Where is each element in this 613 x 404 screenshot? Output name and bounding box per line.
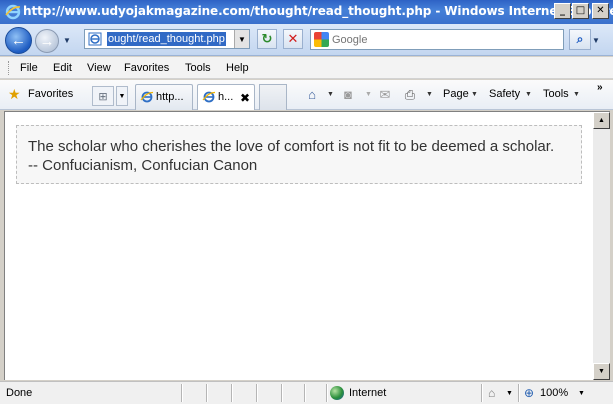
page-dropdown-icon[interactable]: ▼ — [471, 91, 478, 98]
quote-box: The scholar who cherishes the love of co… — [16, 125, 582, 184]
status-divider — [304, 384, 306, 402]
new-tab-button[interactable] — [259, 84, 287, 110]
navigation-bar: ← → ▼ ought/read_thought.php ▼ ↻ ✕ ⌕ ▼ — [0, 24, 613, 56]
status-text: Done — [6, 387, 33, 399]
status-bar: Done Internet ⌂ ▼ ⊕ 100% ▼ — [0, 381, 613, 404]
close-tab-icon[interactable]: ✖ — [240, 91, 250, 105]
print-dropdown-icon[interactable]: ▼ — [426, 91, 433, 98]
toolbar-grip[interactable] — [8, 61, 10, 75]
refresh-button[interactable]: ↻ — [257, 29, 277, 49]
forward-arrow-icon: → — [39, 32, 55, 50]
stop-button[interactable]: ✕ — [283, 29, 303, 49]
protected-mode-dropdown-icon[interactable]: ▼ — [506, 390, 513, 397]
search-input[interactable] — [332, 32, 560, 47]
address-bar[interactable]: ought/read_thought.php ▼ — [84, 29, 250, 49]
page-viewport: The scholar who cherishes the love of co… — [4, 111, 593, 380]
quick-tabs-button[interactable]: ⊞ — [92, 86, 114, 106]
page-menu-button[interactable]: Page — [443, 88, 469, 100]
status-divider — [481, 384, 483, 402]
rss-icon[interactable]: ◙ — [340, 87, 356, 103]
scroll-down-icon[interactable]: ▼ — [593, 363, 610, 380]
status-divider — [256, 384, 258, 402]
globe-icon — [330, 386, 344, 400]
security-zone-label: Internet — [349, 387, 387, 399]
menu-help[interactable]: Help — [226, 62, 249, 74]
scroll-up-icon[interactable]: ▲ — [593, 112, 610, 129]
address-input[interactable]: ought/read_thought.php — [107, 32, 226, 46]
safety-menu-button[interactable]: Safety — [489, 88, 520, 100]
google-icon — [314, 32, 329, 47]
printer-icon[interactable]: ⎙ — [402, 87, 418, 103]
address-dropdown-icon[interactable]: ▼ — [234, 30, 249, 48]
safety-dropdown-icon[interactable]: ▼ — [525, 91, 532, 98]
status-divider — [181, 384, 183, 402]
mail-icon[interactable]: ✉ — [377, 87, 393, 103]
menu-file[interactable]: File — [20, 62, 38, 74]
ie-logo-icon — [5, 4, 21, 20]
status-divider — [326, 384, 328, 402]
search-box[interactable] — [310, 29, 564, 50]
tools-dropdown-icon[interactable]: ▼ — [573, 91, 580, 98]
status-divider — [518, 384, 520, 402]
status-divider — [206, 384, 208, 402]
menu-view[interactable]: View — [87, 62, 111, 74]
back-button[interactable]: ← — [5, 27, 32, 54]
page-icon — [140, 91, 154, 103]
maximize-button[interactable]: □ — [572, 3, 589, 19]
status-divider — [231, 384, 233, 402]
quote-source: -- Confucianism, Confucian Canon — [28, 157, 258, 174]
search-options-dropdown-icon[interactable]: ▼ — [592, 36, 600, 45]
tab-1[interactable]: http... — [135, 84, 193, 110]
tab-title: http... — [156, 91, 184, 103]
close-button[interactable]: ✕ — [592, 3, 609, 19]
home-dropdown-icon[interactable]: ▼ — [327, 91, 334, 98]
back-arrow-icon: ← — [11, 32, 26, 49]
forward-button[interactable]: → — [35, 29, 59, 53]
recent-pages-dropdown-icon[interactable]: ▼ — [63, 36, 71, 45]
protected-mode-icon[interactable]: ⌂ — [488, 386, 502, 400]
magnifier-icon[interactable]: ⊕ — [524, 386, 538, 400]
favorites-button[interactable]: Favorites — [28, 88, 73, 100]
star-icon: ★ — [8, 86, 21, 102]
page-icon — [88, 32, 102, 46]
menu-tools[interactable]: Tools — [185, 62, 211, 74]
search-button[interactable]: ⌕ — [569, 29, 591, 50]
zoom-level[interactable]: 100% — [540, 387, 568, 399]
page-icon — [202, 91, 216, 103]
title-bar: http://www.udyojakmagazine.com/thought/r… — [0, 0, 613, 24]
menu-favorites[interactable]: Favorites — [124, 62, 169, 74]
tools-menu-button[interactable]: Tools — [543, 88, 569, 100]
tab-list-dropdown-icon[interactable]: ▼ — [116, 86, 128, 106]
vertical-scrollbar[interactable]: ▲ ▼ — [593, 111, 610, 380]
feeds-dropdown-icon[interactable]: ▼ — [365, 91, 372, 98]
home-icon[interactable]: ⌂ — [304, 87, 320, 103]
tab-2-active[interactable]: h... ✖ — [197, 84, 255, 110]
window-title: http://www.udyojakmagazine.com/thought/r… — [23, 4, 613, 18]
zoom-dropdown-icon[interactable]: ▼ — [578, 390, 585, 397]
command-bar: ★ Favorites ⊞ ▼ http... h... ✖ ⌂ ▼ ◙ ▼ ✉… — [0, 80, 613, 110]
quote-text: The scholar who cherishes the love of co… — [28, 138, 555, 155]
status-divider — [281, 384, 283, 402]
tab-title: h... — [218, 91, 234, 103]
minimize-button[interactable]: _ — [554, 3, 571, 19]
more-commands-icon[interactable]: » — [597, 82, 603, 93]
quick-tabs-icon: ⊞ — [98, 90, 108, 103]
menu-bar: File Edit View Favorites Tools Help — [0, 57, 613, 79]
menu-edit[interactable]: Edit — [53, 62, 72, 74]
